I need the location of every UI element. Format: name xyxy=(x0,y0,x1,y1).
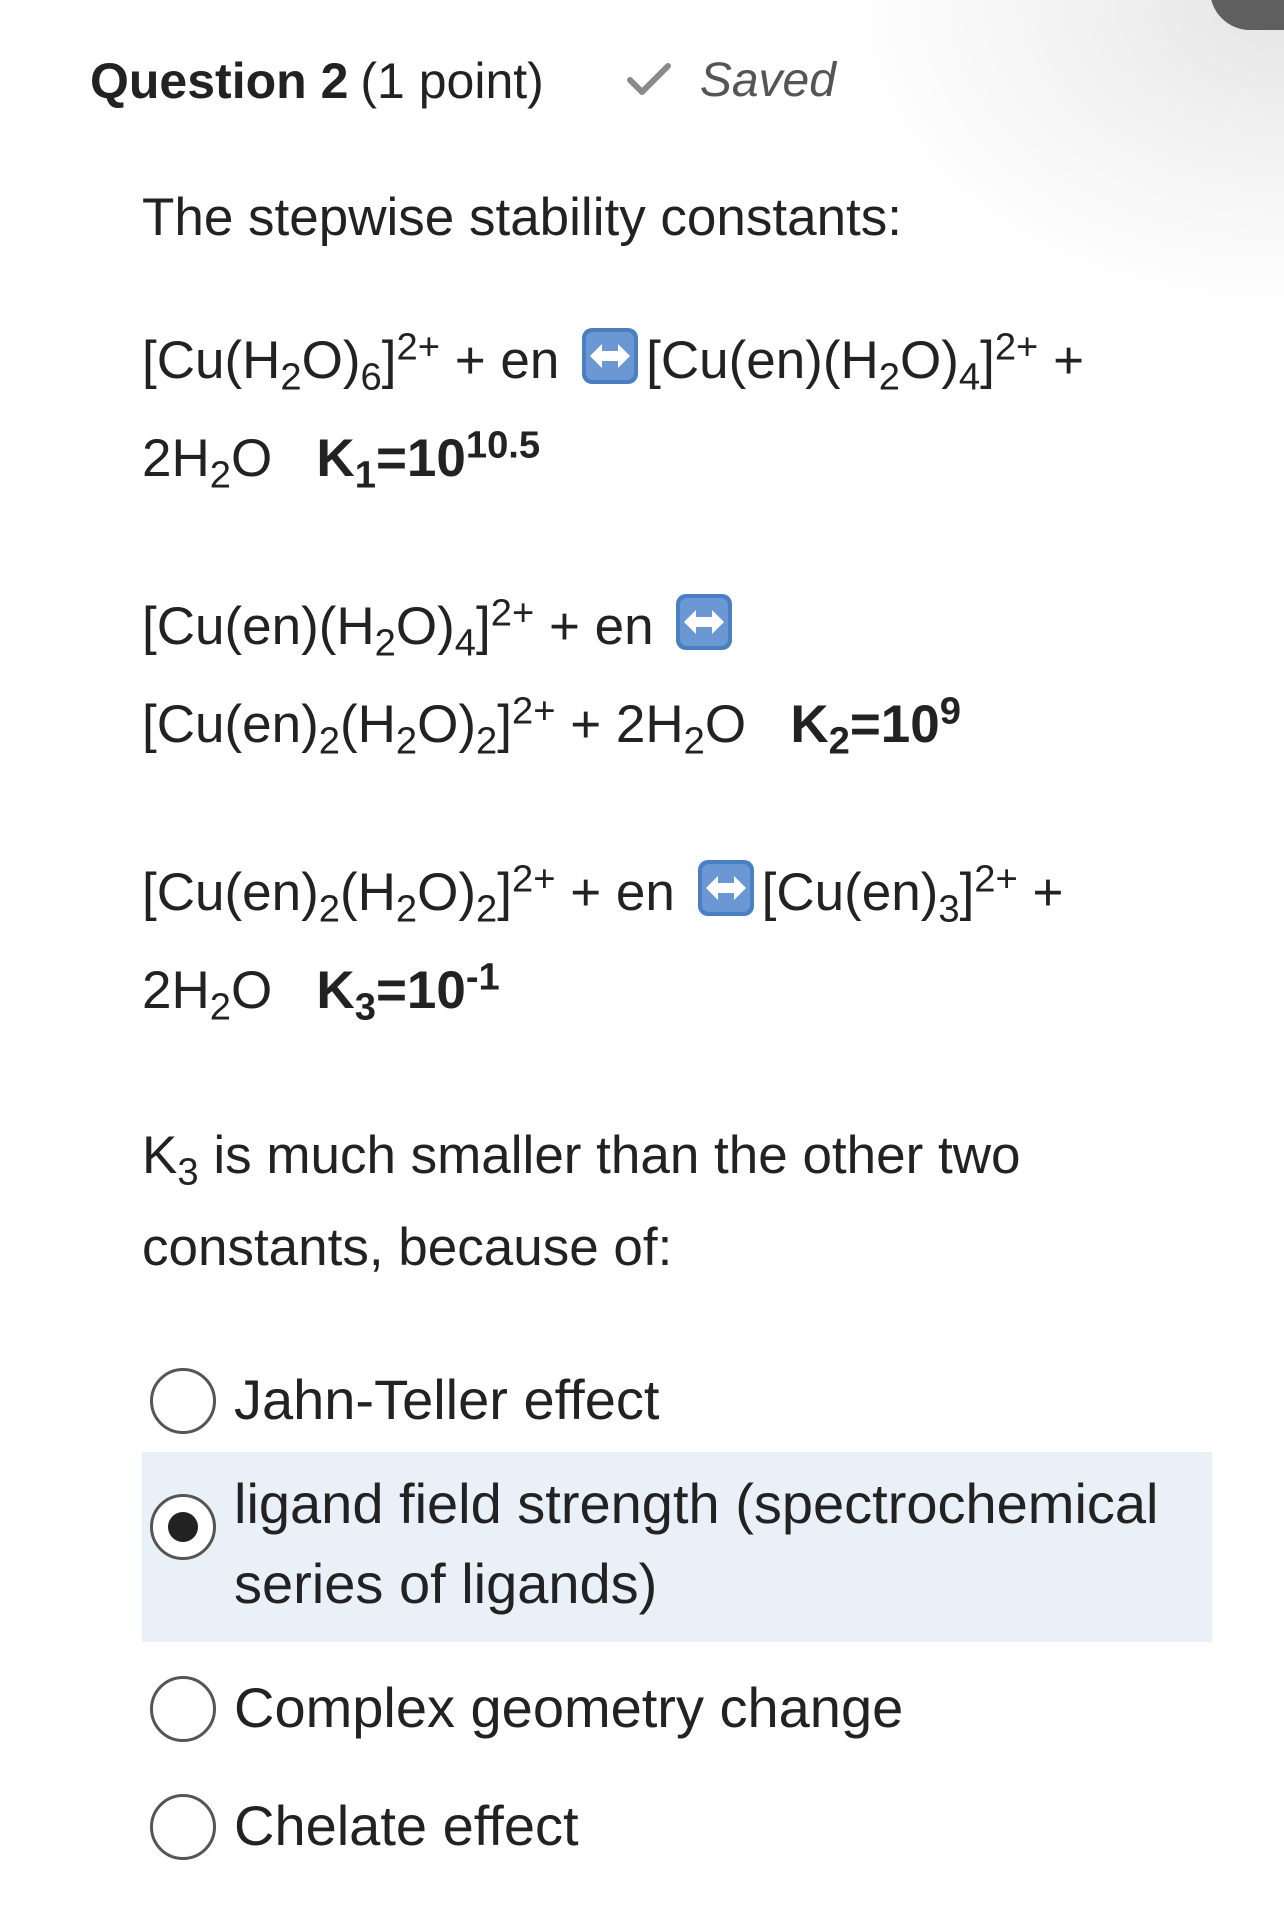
eq2-lhs: [Cu(en)(H2O)4]2+ xyxy=(142,591,535,665)
option-chelate-effect[interactable]: Chelate effect xyxy=(142,1786,1212,1866)
option-label: Chelate effect xyxy=(234,1794,579,1857)
checkmark-icon xyxy=(626,63,671,95)
option-ligand-field-strength[interactable]: ligand field strength (spectrochemical s… xyxy=(142,1452,1212,1642)
left-right-arrow-icon xyxy=(676,594,733,650)
eq1-rhs: [Cu(en)(H2O)4]2+ + xyxy=(646,325,1085,399)
option-jahn-teller[interactable]: Jahn-Teller effect xyxy=(142,1360,1212,1440)
eq1-water: 2H2O xyxy=(142,429,273,497)
radio-button[interactable] xyxy=(150,1676,216,1742)
left-right-arrow-icon xyxy=(582,328,639,384)
question-header: Question 2 (1 point) Saved xyxy=(90,52,836,110)
saved-status: Saved xyxy=(626,53,836,108)
eq2-plus-en: + en xyxy=(534,597,669,656)
eq1-lhs: [Cu(H2O)6]2+ xyxy=(142,325,440,399)
radio-button-selected[interactable] xyxy=(150,1494,216,1560)
eq3-plus-en: + en xyxy=(555,863,690,922)
question-label: Question 2 xyxy=(90,53,349,109)
eq1-k: K1=1010.5 xyxy=(316,423,541,497)
option-geometry-change[interactable]: Complex geometry change xyxy=(142,1668,1212,1748)
eq2-water: + 2H2O xyxy=(555,695,747,763)
equation-1: [Cu(H2O)6]2+ + en [Cu(en)(H2O)4]2+ + 2H2… xyxy=(142,312,1224,508)
left-right-arrow-icon xyxy=(697,860,754,916)
option-label: ligand field strength (spectrochemical s… xyxy=(234,1472,1159,1615)
equations: [Cu(H2O)6]2+ + en [Cu(en)(H2O)4]2+ + 2H2… xyxy=(142,312,1224,1040)
equation-2: [Cu(en)(H2O)4]2+ + en [Cu(en)2(H2O)2]2+ … xyxy=(142,578,1224,774)
saved-label: Saved xyxy=(699,53,836,107)
eq3-rhs: [Cu(en)3]2+ + xyxy=(761,857,1064,931)
prompt-text: The stepwise stability constants: xyxy=(142,188,903,247)
question-text: K3 is much smaller than the other two co… xyxy=(142,1126,1021,1277)
eq2-rhs: [Cu(en)2(H2O)2]2+ xyxy=(142,689,556,763)
radio-button[interactable] xyxy=(150,1368,216,1434)
equation-3: [Cu(en)2(H2O)2]2+ + en [Cu(en)3]2+ + 2H2… xyxy=(142,844,1224,1040)
eq2-k: K2=109 xyxy=(790,689,961,763)
answer-options: Jahn-Teller effect ligand field strength… xyxy=(142,1360,1212,1866)
radio-dot xyxy=(168,1512,198,1542)
question-content: The stepwise stability constants: [Cu(H2… xyxy=(142,170,1224,1347)
option-label: Complex geometry change xyxy=(234,1676,904,1739)
question-points: (1 point) xyxy=(360,53,544,109)
eq3-k: K3=10-1 xyxy=(316,955,500,1029)
eq3-lhs: [Cu(en)2(H2O)2]2+ xyxy=(142,857,556,931)
eq3-water: 2H2O xyxy=(142,961,273,1029)
radio-button[interactable] xyxy=(150,1794,216,1860)
option-label: Jahn-Teller effect xyxy=(234,1368,660,1431)
eq1-plus-en: + en xyxy=(440,331,575,390)
